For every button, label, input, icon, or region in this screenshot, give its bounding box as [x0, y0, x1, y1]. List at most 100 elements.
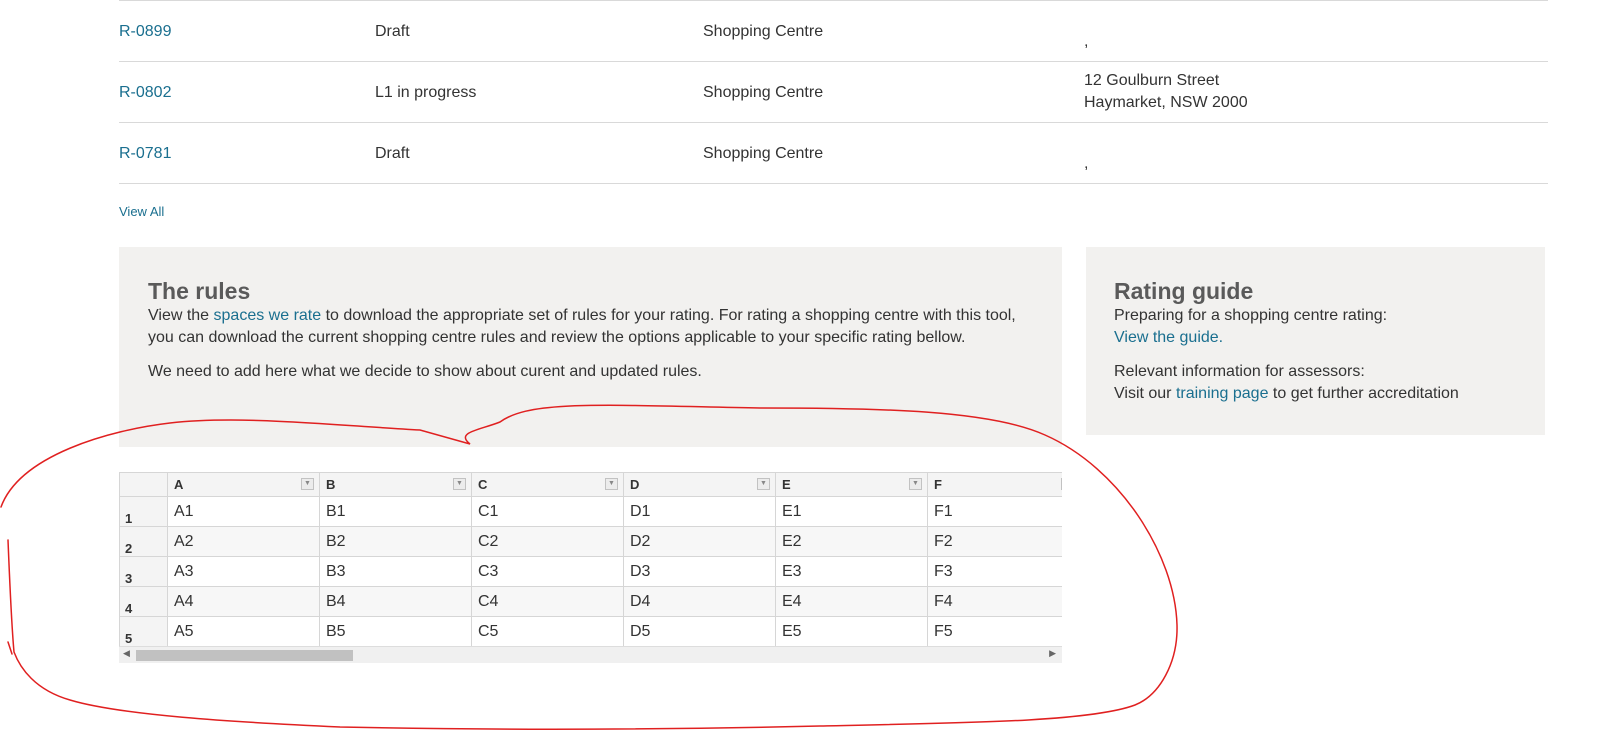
grid-cell[interactable]: E3: [775, 556, 928, 587]
grid-cell[interactable]: E5: [775, 616, 928, 647]
rating-address: ,: [1084, 155, 1089, 172]
row-header[interactable]: 5: [119, 616, 168, 647]
grid-cell[interactable]: B3: [319, 556, 472, 587]
grid-cell[interactable]: D1: [623, 496, 776, 527]
guide-text: Visit our: [1114, 385, 1176, 402]
scrollbar-thumb[interactable]: [136, 650, 353, 661]
table-row: 1 A1 B1 C1 D1 E1 F1: [119, 496, 1062, 527]
spreadsheet-table: A▼ B▼ C▼ D▼ E▼ F▼ 1 A1 B1 C1 D1 E1 F1 2 …: [119, 472, 1062, 647]
rating-address: 12 Goulburn Street Haymarket, NSW 2000: [1084, 72, 1248, 111]
grid-cell[interactable]: E2: [775, 526, 928, 557]
grid-cell[interactable]: F1: [927, 496, 1062, 527]
grid-cell[interactable]: B1: [319, 496, 472, 527]
column-header-label: B: [326, 477, 336, 492]
row-header[interactable]: 2: [119, 526, 168, 557]
grid-cell[interactable]: F3: [927, 556, 1062, 587]
guide-text: Preparing for a shopping centre rating:: [1114, 307, 1388, 324]
grid-cell[interactable]: C3: [471, 556, 624, 587]
filter-dropdown-icon[interactable]: ▼: [453, 478, 466, 490]
rating-type: Shopping Centre: [703, 84, 824, 101]
grid-cell[interactable]: D2: [623, 526, 776, 557]
rating-row: R-0802 L1 in progress Shopping Centre 12…: [119, 61, 1548, 122]
column-header[interactable]: D ▼: [623, 472, 776, 497]
rating-row: R-0899 Draft Shopping Centre ,: [119, 0, 1548, 61]
guide-text: Relevant information for assessors:: [1114, 363, 1365, 380]
filter-dropdown-icon[interactable]: ▼: [605, 478, 618, 490]
rating-address: ,: [1084, 33, 1089, 50]
guide-assessors: Relevant information for assessors: Visit…: [1114, 361, 1517, 405]
grid-cell[interactable]: F2: [927, 526, 1062, 557]
grid-cell[interactable]: B2: [319, 526, 472, 557]
rating-guide-panel: Rating guide Preparing for a shopping ce…: [1086, 247, 1545, 435]
spaces-we-rate-link[interactable]: spaces we rate: [214, 307, 322, 324]
table-row: 2 A2 B2 C2 D2 E2 F2: [119, 526, 1062, 557]
grid-cell[interactable]: D5: [623, 616, 776, 647]
filter-dropdown-icon[interactable]: ▼: [757, 478, 770, 490]
rating-type: Shopping Centre: [703, 145, 824, 162]
table-row: 5 A5 B5 C5 D5 E5 F5: [119, 616, 1062, 647]
rules-note: We need to add here what we decide to sh…: [148, 363, 702, 380]
column-header-label: C: [478, 477, 488, 492]
grid-cell[interactable]: E1: [775, 496, 928, 527]
grid-cell[interactable]: C5: [471, 616, 624, 647]
filter-dropdown-icon[interactable]: ▼: [301, 478, 314, 490]
training-page-link[interactable]: training page: [1176, 385, 1269, 402]
grid-cell[interactable]: D4: [623, 586, 776, 617]
rating-row: R-0781 Draft Shopping Centre ,: [119, 122, 1548, 184]
rating-id-link[interactable]: R-0899: [119, 21, 171, 43]
column-header-label: A: [174, 477, 184, 492]
grid-cell[interactable]: C1: [471, 496, 624, 527]
filter-dropdown-icon[interactable]: ▼: [909, 478, 922, 490]
row-header[interactable]: 1: [119, 496, 168, 527]
column-header[interactable]: A ▼: [167, 472, 320, 497]
grid-cell[interactable]: C4: [471, 586, 624, 617]
column-header-label: F: [934, 477, 942, 492]
column-header-label: D: [630, 477, 640, 492]
grid-cell[interactable]: A1: [167, 496, 320, 527]
table-row: 4 A4 B4 C4 D4 E4 F4: [119, 586, 1062, 617]
row-header[interactable]: 3: [119, 556, 168, 587]
horizontal-scrollbar[interactable]: ◀ ▶: [119, 646, 1062, 663]
rating-status: Draft: [375, 23, 410, 40]
grid-cell[interactable]: C2: [471, 526, 624, 557]
grid-cell[interactable]: F4: [927, 586, 1062, 617]
filter-dropdown-icon[interactable]: ▼: [1061, 478, 1062, 490]
grid-cell[interactable]: A3: [167, 556, 320, 587]
grid-cell[interactable]: B4: [319, 586, 472, 617]
grid-cell[interactable]: D3: [623, 556, 776, 587]
rules-title: The rules: [148, 278, 251, 304]
view-all-link[interactable]: View All: [119, 204, 164, 219]
rating-type: Shopping Centre: [703, 23, 824, 40]
column-header-label: E: [782, 477, 791, 492]
rules-panel: The rules View the spaces we rate to dow…: [119, 247, 1062, 447]
grid-cell[interactable]: A5: [167, 616, 320, 647]
rating-id-link[interactable]: R-0802: [119, 82, 171, 104]
ratings-list: R-0899 Draft Shopping Centre , R-0802 L1…: [119, 0, 1548, 184]
corner-cell: [119, 472, 168, 497]
guide-prep: Preparing for a shopping centre rating: V…: [1114, 305, 1517, 349]
rating-status: Draft: [375, 145, 410, 162]
guide-title: Rating guide: [1114, 278, 1254, 304]
column-header[interactable]: C ▼: [471, 472, 624, 497]
column-header-row: A▼ B▼ C▼ D▼ E▼ F▼: [119, 472, 1062, 497]
grid-cell[interactable]: B5: [319, 616, 472, 647]
column-header[interactable]: E ▼: [775, 472, 928, 497]
scroll-left-arrow-icon[interactable]: ◀: [123, 648, 130, 659]
view-guide-link[interactable]: View the guide.: [1114, 329, 1223, 346]
grid-cell[interactable]: E4: [775, 586, 928, 617]
annotation-stroke: [7, 641, 13, 655]
scroll-right-arrow-icon[interactable]: ▶: [1049, 648, 1056, 659]
table-row: 3 A3 B3 C3 D3 E3 F3: [119, 556, 1062, 587]
rating-id-link[interactable]: R-0781: [119, 143, 171, 165]
grid-cell[interactable]: F5: [927, 616, 1062, 647]
rules-description: View the spaces we rate to download the …: [148, 305, 1033, 349]
column-header[interactable]: F▼: [927, 472, 1062, 497]
grid-cell[interactable]: A2: [167, 526, 320, 557]
rules-text: View the: [148, 307, 214, 324]
spreadsheet-grid[interactable]: A▼ B▼ C▼ D▼ E▼ F▼ 1 A1 B1 C1 D1 E1 F1 2 …: [119, 472, 1062, 665]
grid-cell[interactable]: A4: [167, 586, 320, 617]
column-header[interactable]: B ▼: [319, 472, 472, 497]
row-header[interactable]: 4: [119, 586, 168, 617]
guide-text: to get further accreditation: [1268, 385, 1459, 402]
rating-status: L1 in progress: [375, 84, 477, 101]
